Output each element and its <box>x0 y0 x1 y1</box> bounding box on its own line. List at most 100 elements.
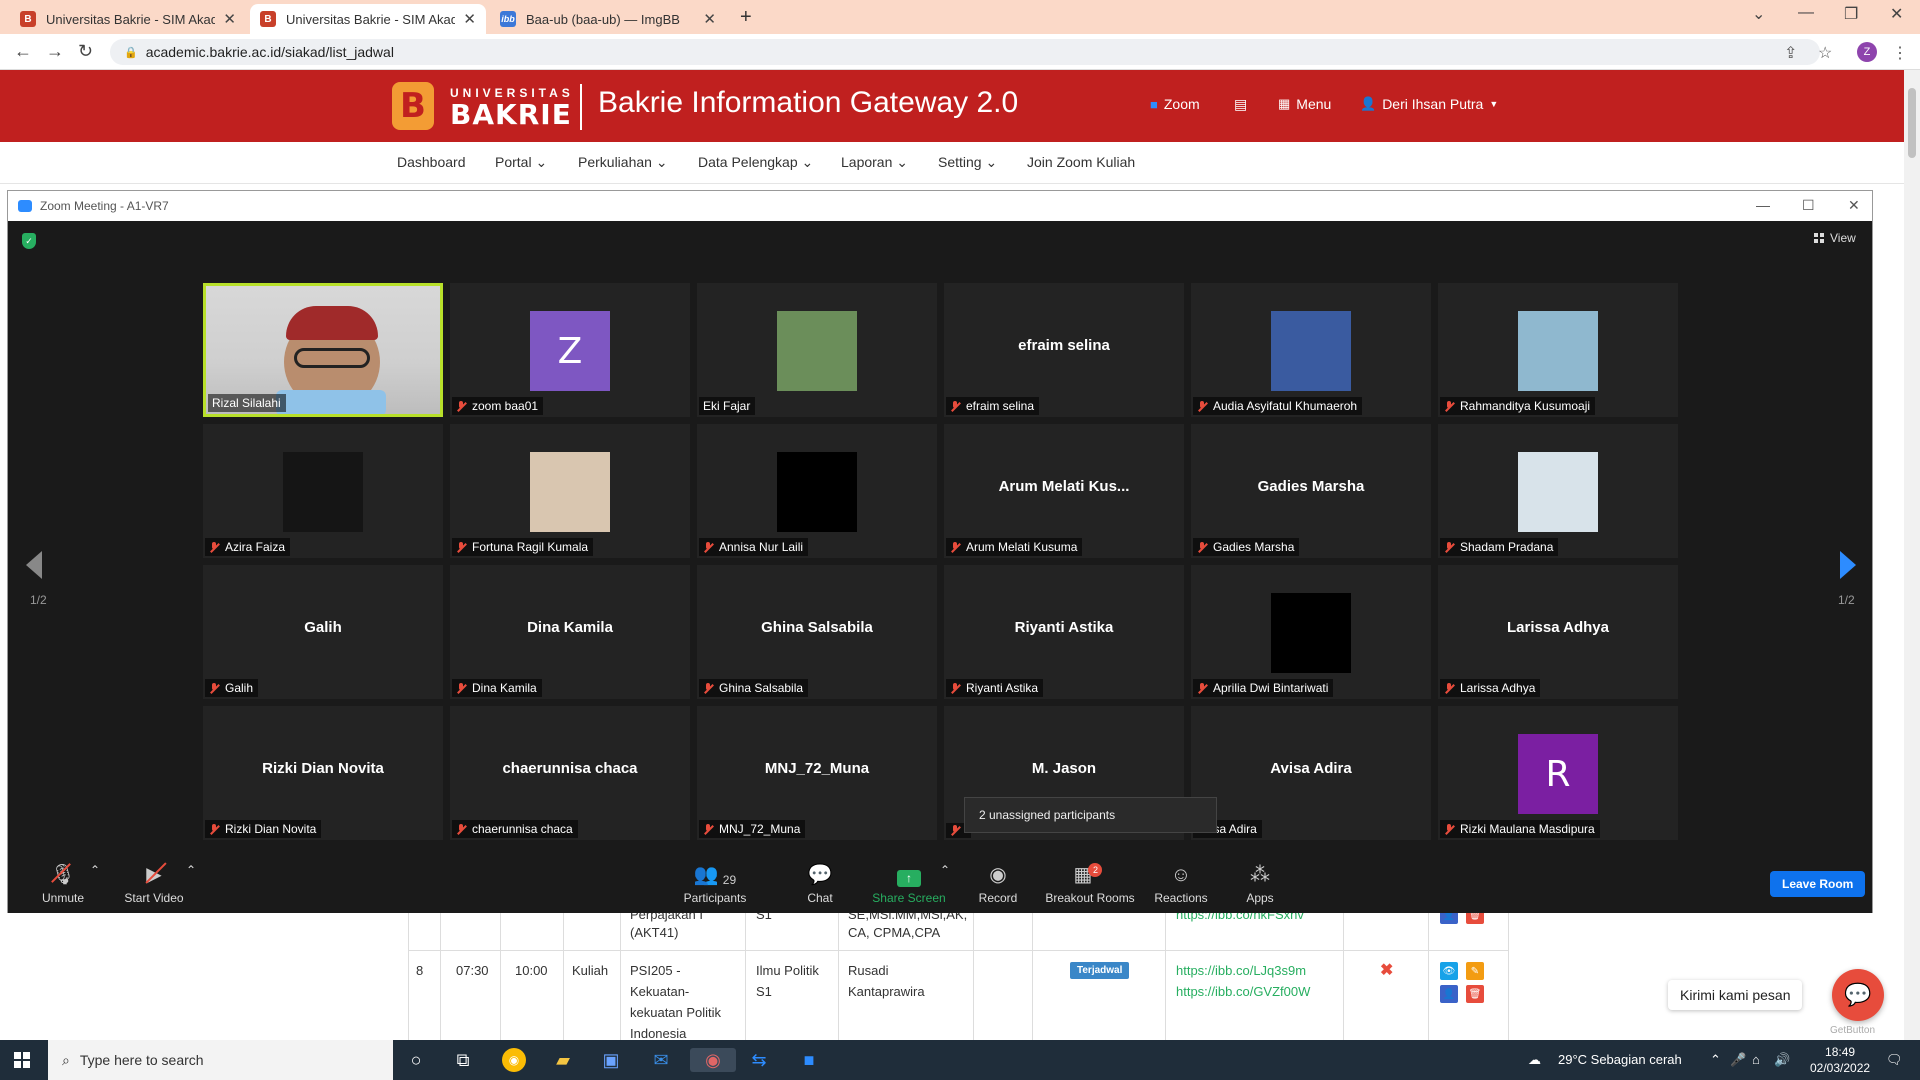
participants-button[interactable]: 👥 29 Participants <box>670 861 760 905</box>
apps-button[interactable]: ⁂ Apps <box>1230 861 1290 905</box>
breakout-rooms-button[interactable]: ▦ 2 Breakout Rooms <box>1038 861 1142 905</box>
document-icon[interactable]: ▤ <box>1234 96 1247 113</box>
start-video-button[interactable]: ▶ Start Video <box>114 861 194 905</box>
participant-tile[interactable]: efraim selina efraim selina <box>944 283 1184 417</box>
menu-join-zoom[interactable]: Join Zoom Kuliah <box>1027 154 1135 170</box>
bookmark-star-icon[interactable]: ☆ <box>1818 43 1832 63</box>
leave-room-button[interactable]: Leave Room <box>1770 871 1866 897</box>
next-page-arrow-icon[interactable] <box>1840 551 1856 579</box>
chat-widget-message[interactable]: Kirimi kami pesan <box>1668 980 1803 1010</box>
user-action-icon[interactable]: 👤 <box>1440 985 1458 1003</box>
browser-tab-2[interactable]: B Universitas Bakrie - SIM Akadem ✕ <box>250 4 486 34</box>
close-tab-icon[interactable]: ✕ <box>463 10 476 28</box>
taskbar-clock[interactable]: 18:49 02/03/2022 <box>1810 1044 1870 1076</box>
share-icon[interactable]: ⇪ <box>1784 43 1797 63</box>
participant-tile[interactable]: Galih Galih <box>203 565 443 699</box>
edit-pencil-icon[interactable]: ✎ <box>1466 962 1484 980</box>
menu-data-pelengkap[interactable]: Data Pelengkap ⌄ <box>698 154 813 171</box>
participant-tile[interactable]: Rizki Dian Novita Rizki Dian Novita <box>203 706 443 840</box>
volume-icon[interactable]: 🔊 <box>1774 1052 1790 1068</box>
participant-tile[interactable]: MNJ_72_Muna MNJ_72_Muna <box>697 706 937 840</box>
participant-tile[interactable]: Rizal Silalahi <box>203 283 443 417</box>
chrome-active-icon[interactable]: ◉ <box>690 1048 736 1072</box>
zoom-close-icon[interactable]: ✕ <box>1848 197 1860 214</box>
participant-tile[interactable]: Annisa Nur Laili <box>697 424 937 558</box>
address-bar[interactable]: 🔒 academic.bakrie.ac.id/siakad/list_jadw… <box>110 39 1820 65</box>
zoom-taskbar-icon[interactable]: ■ <box>796 1048 822 1072</box>
participant-tile[interactable]: Rahmanditya Kusumoaji <box>1438 283 1678 417</box>
close-tab-icon[interactable]: ✕ <box>703 10 716 28</box>
teamviewer-icon[interactable]: ⇆ <box>746 1048 772 1072</box>
mic-tray-icon[interactable]: 🎤 <box>1730 1052 1746 1068</box>
weather-text[interactable]: 29°C Sebagian cerah <box>1558 1052 1682 1067</box>
participant-tile[interactable]: Dina Kamila Dina Kamila <box>450 565 690 699</box>
chat-button[interactable]: 💬 Chat <box>790 861 850 905</box>
taskbar-search-box[interactable]: ⌕ Type here to search <box>48 1040 393 1080</box>
back-icon[interactable]: ← <box>14 41 32 62</box>
participant-tile[interactable]: Larissa Adhya Larissa Adhya <box>1438 565 1678 699</box>
task-view-icon[interactable]: ⧉ <box>450 1048 476 1072</box>
tray-chevron-icon[interactable]: ⌃ <box>1710 1052 1721 1068</box>
notifications-icon[interactable]: 🗨 <box>1886 1052 1903 1068</box>
participant-tile[interactable]: Ghina Salsabila Ghina Salsabila <box>697 565 937 699</box>
tab-search-icon[interactable]: ⌄ <box>1752 4 1765 24</box>
participant-tile[interactable]: Shadam Pradana <box>1438 424 1678 558</box>
reactions-button[interactable]: ☺ Reactions <box>1146 861 1216 905</box>
browser-tab-1[interactable]: B Universitas Bakrie - SIM Akadem ✕ <box>10 4 246 34</box>
participant-tile[interactable]: Eki Fajar <box>697 283 937 417</box>
participant-tile[interactable]: chaerunnisa chaca chaerunnisa chaca <box>450 706 690 840</box>
audio-options-caret-icon[interactable]: ⌃ <box>90 863 100 877</box>
reload-icon[interactable]: ↻ <box>78 41 93 62</box>
view-button[interactable]: View <box>1814 231 1856 245</box>
forward-icon[interactable]: → <box>46 41 64 62</box>
record-button[interactable]: ◉ Record <box>968 861 1028 905</box>
zoom-minimize-icon[interactable]: — <box>1756 197 1770 213</box>
menu-setting[interactable]: Setting ⌄ <box>938 154 997 171</box>
previous-page-arrow-icon[interactable] <box>26 551 42 579</box>
menu-portal[interactable]: Portal ⌄ <box>495 154 547 171</box>
security-shield-icon[interactable]: ✓ <box>22 233 36 249</box>
participant-tile[interactable]: Avisa Adira Avisa Adira <box>1191 706 1431 840</box>
share-options-caret-icon[interactable]: ⌃ <box>940 863 950 877</box>
profile-avatar[interactable]: Z <box>1857 42 1877 62</box>
participant-tile[interactable]: Azira Faiza <box>203 424 443 558</box>
close-window-icon[interactable]: ✕ <box>1890 4 1903 24</box>
menu-dashboard[interactable]: Dashboard <box>397 154 466 170</box>
new-tab-icon[interactable]: + <box>740 6 752 29</box>
windows-start-icon[interactable] <box>14 1052 30 1068</box>
view-eye-icon[interactable]: 👁 <box>1440 962 1458 980</box>
chat-bubble-icon[interactable]: 💬 <box>1832 969 1884 1021</box>
store-icon[interactable]: ▣ <box>598 1048 624 1072</box>
participant-tile[interactable]: Audia Asyifatul Khumaeroh <box>1191 283 1431 417</box>
image-link[interactable]: https://ibb.co/GVZf00W <box>1176 981 1310 1002</box>
participant-tile[interactable]: Gadies Marsha Gadies Marsha <box>1191 424 1431 558</box>
participant-tile[interactable]: Arum Melati Kus... Arum Melati Kusuma <box>944 424 1184 558</box>
participant-tile[interactable]: R Rizki Maulana Masdipura <box>1438 706 1678 840</box>
mail-icon[interactable]: ✉ <box>648 1048 674 1072</box>
page-scrollbar[interactable] <box>1904 70 1920 1040</box>
header-zoom-link[interactable]: ■ Zoom <box>1150 96 1200 112</box>
participant-tile[interactable]: Fortuna Ragil Kumala <box>450 424 690 558</box>
chrome-icon[interactable]: ◉ <box>502 1048 526 1072</box>
university-logo-icon[interactable]: B <box>392 82 434 130</box>
scrollbar-thumb[interactable] <box>1908 88 1916 158</box>
file-explorer-icon[interactable]: ▰ <box>550 1048 576 1072</box>
delete-icon[interactable]: 🗑 <box>1466 985 1484 1003</box>
participant-tile[interactable]: Zzoom baa01 <box>450 283 690 417</box>
video-options-caret-icon[interactable]: ⌃ <box>186 863 196 877</box>
unmute-button[interactable]: 🎙 Unmute <box>28 861 98 905</box>
cortana-icon[interactable]: ○ <box>403 1048 429 1072</box>
menu-laporan[interactable]: Laporan ⌄ <box>841 154 908 171</box>
close-tab-icon[interactable]: ✕ <box>223 10 236 28</box>
browser-tab-3[interactable]: ibb Baa-ub (baa-ub) — ImgBB ✕ <box>490 4 726 34</box>
header-menu-link[interactable]: ▦ Menu <box>1278 96 1331 112</box>
image-link[interactable]: https://ibb.co/LJq3s9m <box>1176 960 1306 981</box>
browser-menu-icon[interactable]: ⋮ <box>1892 43 1908 63</box>
restore-icon[interactable]: ❐ <box>1844 4 1858 24</box>
network-icon[interactable]: ⌂ <box>1752 1052 1760 1067</box>
minimize-icon[interactable]: — <box>1798 4 1814 22</box>
zoom-maximize-icon[interactable]: ☐ <box>1802 197 1815 214</box>
user-dropdown[interactable]: 👤 Deri Ihsan Putra ▼ <box>1360 96 1498 112</box>
participant-tile[interactable]: Riyanti Astika Riyanti Astika <box>944 565 1184 699</box>
menu-perkuliahan[interactable]: Perkuliahan ⌄ <box>578 154 668 171</box>
